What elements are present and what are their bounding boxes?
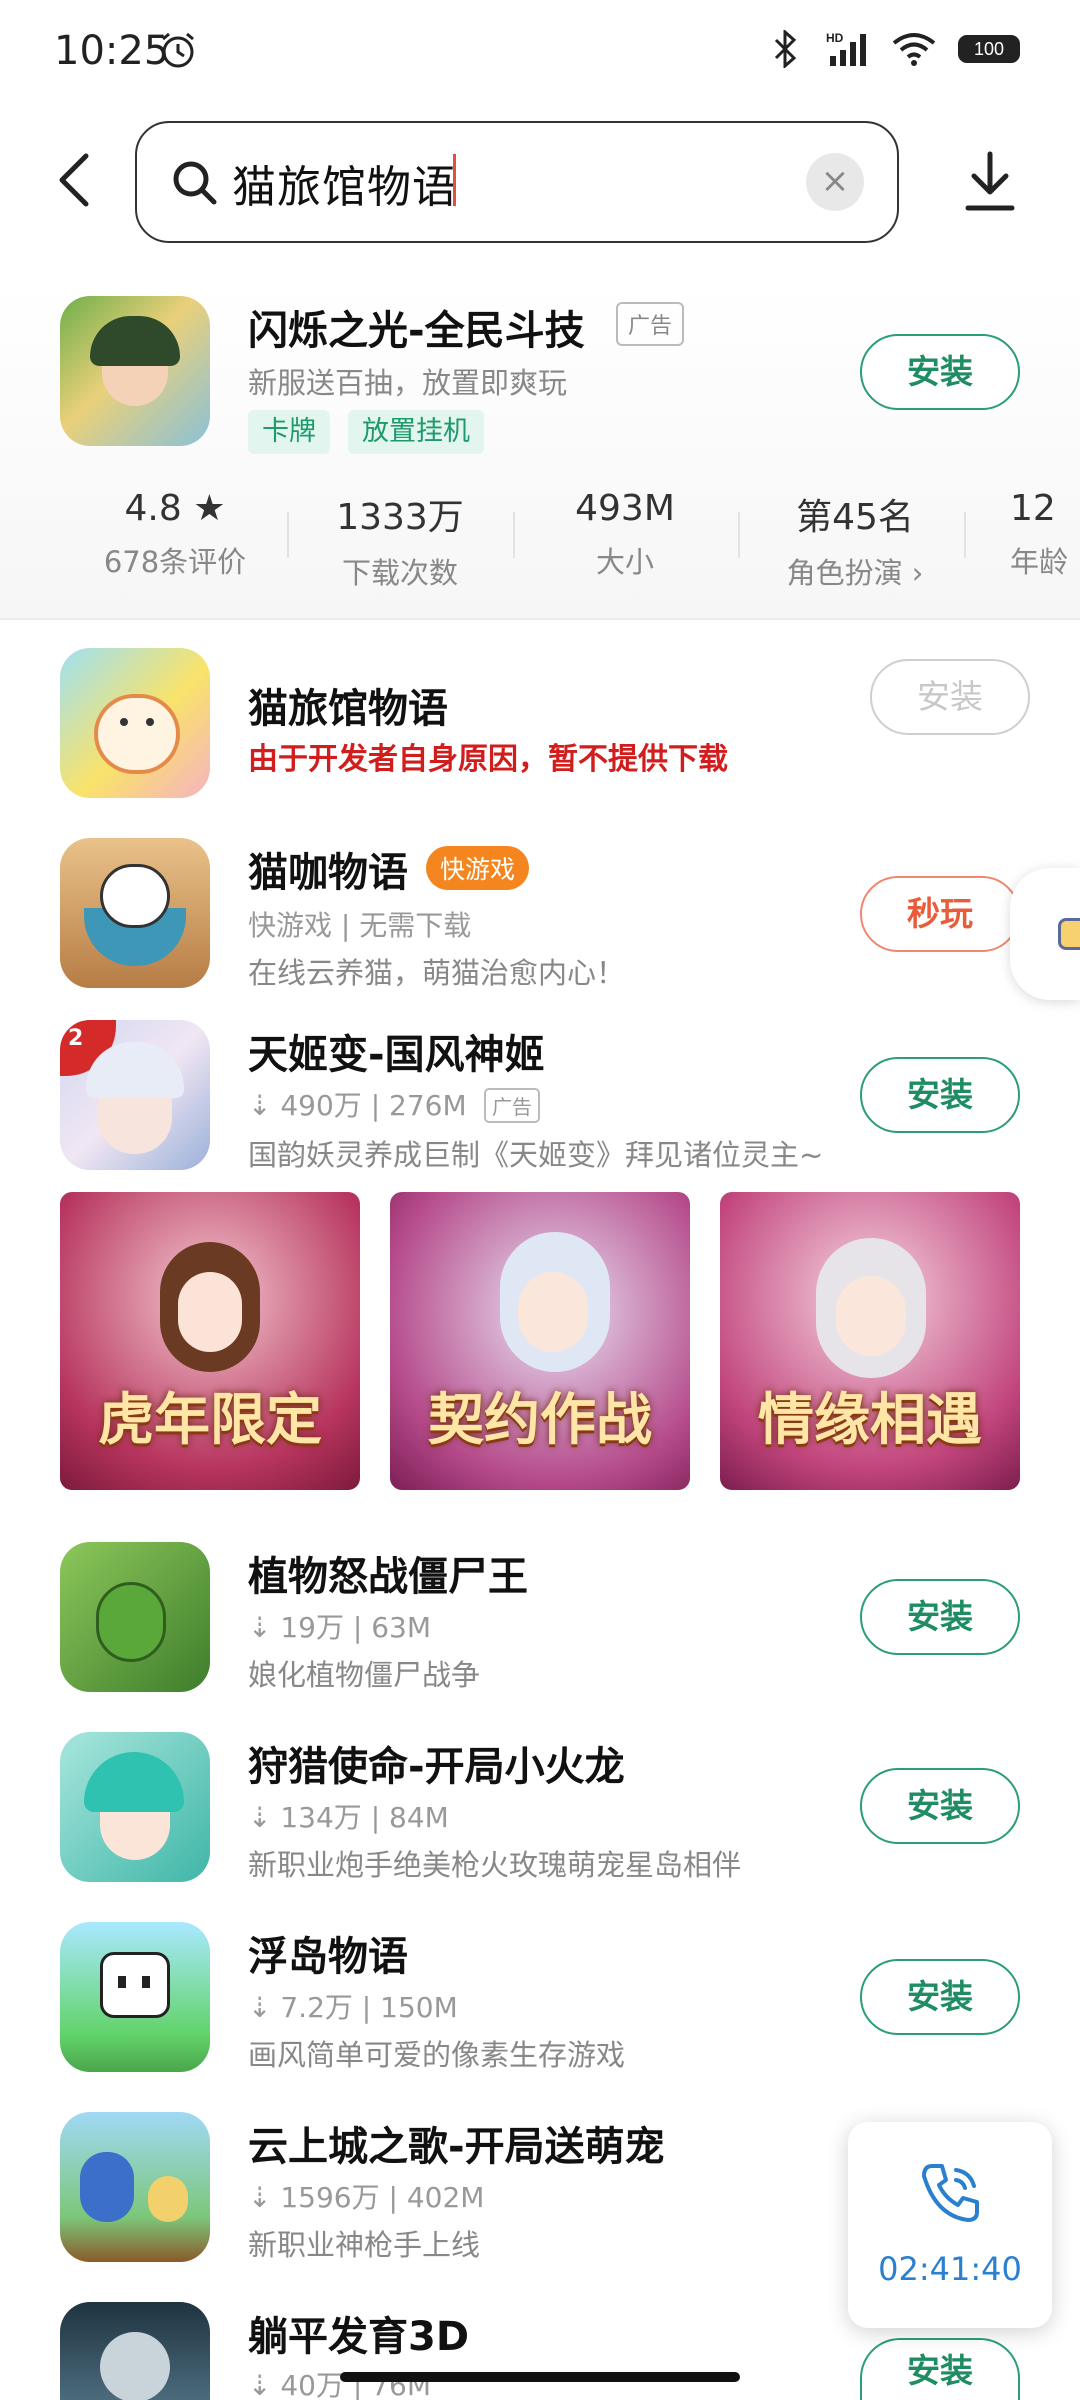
status-icons: HD 100 <box>770 30 1020 68</box>
app-desc: 国韵妖灵养成巨制《天姬变》拜见诸位灵主~ <box>248 1138 824 1172</box>
stat-downloads: 1333万 下载次数 <box>305 488 495 592</box>
app-title[interactable]: 躺平发育3D <box>248 2304 469 2362</box>
app-title[interactable]: 天姬变-国风神姬 <box>248 1022 545 1080</box>
app-title[interactable]: 狩猎使命-开局小火龙 <box>248 1734 625 1792</box>
install-button[interactable]: 安装 <box>860 2338 1020 2400</box>
screenshot-2[interactable]: 契约作战 <box>390 1192 690 1490</box>
ad-tag: 广告 <box>484 1088 540 1123</box>
install-button[interactable]: 安装 <box>860 1959 1020 2035</box>
stat-ranking[interactable]: 第45名 角色扮演 › <box>755 488 955 592</box>
stat-divider <box>964 512 966 558</box>
app-icon-maoka[interactable] <box>60 838 210 988</box>
stat-value: 4.8 ★ <box>124 488 226 529</box>
back-arrow-icon[interactable] <box>52 150 96 210</box>
alarm-icon <box>162 32 194 68</box>
stat-value: 12 <box>1010 488 1056 529</box>
install-button[interactable]: 安装 <box>860 1057 1020 1133</box>
stat-value: 1333万 <box>336 497 464 538</box>
download-icon[interactable] <box>960 150 1020 214</box>
stat-divider <box>513 512 515 558</box>
app-title[interactable]: 猫咖物语 <box>248 840 408 898</box>
instant-play-button[interactable]: 秒玩 <box>860 876 1020 952</box>
stat-rating: 4.8 ★ 678条评价 <box>80 488 270 581</box>
install-button[interactable]: 安装 <box>860 1768 1020 1844</box>
stat-value: 493M <box>575 488 675 529</box>
text-cursor <box>453 154 456 206</box>
battery-level: 100 <box>973 39 1005 59</box>
tag-chip[interactable]: 卡牌 <box>248 410 330 454</box>
stat-label: 年龄 <box>1010 545 1069 579</box>
stat-divider <box>287 512 289 558</box>
app-icon-tangping[interactable] <box>60 2302 210 2400</box>
home-indicator[interactable] <box>340 2372 740 2382</box>
install-button[interactable]: 安装 <box>860 334 1020 410</box>
app-desc: 画风简单可爱的像素生存游戏 <box>248 2038 626 2072</box>
screenshot-caption: 虎年限定 <box>98 1387 322 1453</box>
app-icon-shoulie[interactable] <box>60 1732 210 1882</box>
app-meta: ⇣ 7.2万 | 150M <box>248 1991 458 2024</box>
app-title[interactable]: 植物怒战僵尸王 <box>248 1544 528 1602</box>
search-input[interactable]: 猫旅馆物语 <box>232 151 457 215</box>
quick-game-badge: 快游戏 <box>426 846 530 890</box>
ad-tag: 广告 <box>616 302 685 346</box>
install-button[interactable]: 安装 <box>860 1579 1020 1655</box>
stat-age: 12 年龄 <box>1010 488 1080 581</box>
app-icon-fudao[interactable] <box>60 1922 210 2072</box>
app-desc: 娘化植物僵尸战争 <box>248 1658 481 1692</box>
status-time: 10:25 <box>54 28 170 74</box>
stat-label: 下载次数 <box>341 556 458 590</box>
screenshot-caption: 契约作战 <box>428 1387 652 1453</box>
stat-label: 大小 <box>595 545 654 579</box>
unavailable-notice: 由于开发者自身原因，暂不提供下载 <box>248 742 728 777</box>
stat-label: 角色扮演 › <box>786 556 924 590</box>
signal-icon: HD <box>826 31 866 66</box>
bluetooth-icon <box>774 30 797 68</box>
app-meta: ⇣ 134万 | 84M <box>248 1801 449 1834</box>
stat-divider <box>738 512 740 558</box>
app-title[interactable]: 猫旅馆物语 <box>248 676 448 734</box>
app-title[interactable]: 云上城之歌-开局送萌宠 <box>248 2114 665 2172</box>
svg-text:HD: HD <box>826 31 844 45</box>
app-meta: ⇣ 1596万 | 402M <box>248 2181 485 2214</box>
section-divider <box>0 618 1080 620</box>
app-title[interactable]: 浮岛物语 <box>248 1924 408 1982</box>
app-icon-mao-lvguan[interactable] <box>60 648 210 798</box>
stat-value: 第45名 <box>796 497 914 538</box>
app-icon-shanshuo[interactable] <box>60 296 210 446</box>
app-meta: 快游戏 | 无需下载 <box>248 909 472 942</box>
wifi-icon <box>892 33 936 66</box>
app-icon-tianji[interactable]: 2 <box>60 1020 210 1170</box>
app-desc: 新职业炮手绝美枪火玫瑰萌宠星岛相伴 <box>248 1848 742 1882</box>
app-meta: ⇣ 40万 | 76M <box>248 2369 432 2400</box>
tag-chip[interactable]: 放置挂机 <box>348 410 484 454</box>
ad-app-title[interactable]: 闪烁之光-全民斗技 <box>248 298 585 356</box>
screenshot-1[interactable]: 虎年限定 <box>60 1192 360 1490</box>
app-icon-yunshang[interactable] <box>60 2112 210 2262</box>
ad-app-desc: 新服送百抽，放置即爽玩 <box>248 366 568 400</box>
call-timer: 02:41:40 <box>878 2250 1022 2288</box>
stat-size: 493M 大小 <box>530 488 720 581</box>
phone-call-icon[interactable] <box>918 2160 984 2226</box>
app-desc: 在线云养猫，萌猫治愈内心！ <box>248 956 626 990</box>
screenshot-caption: 情缘相遇 <box>758 1387 982 1453</box>
screenshot-3[interactable]: 情缘相遇 <box>720 1192 1020 1490</box>
install-button-disabled: 安装 <box>870 659 1030 735</box>
app-desc: 新职业神枪手上线 <box>248 2228 481 2262</box>
app-meta: ⇣ 19万 | 63M <box>248 1611 432 1644</box>
search-icon <box>173 161 217 205</box>
stat-label: 678条评价 <box>103 545 247 579</box>
battery-icon: 100 <box>958 35 1020 63</box>
app-meta: ⇣ 490万 | 276M <box>248 1089 467 1122</box>
clear-search-button[interactable]: × <box>806 153 864 211</box>
app-icon-zhiwu[interactable] <box>60 1542 210 1692</box>
floating-side-tab[interactable] <box>1010 868 1080 1000</box>
